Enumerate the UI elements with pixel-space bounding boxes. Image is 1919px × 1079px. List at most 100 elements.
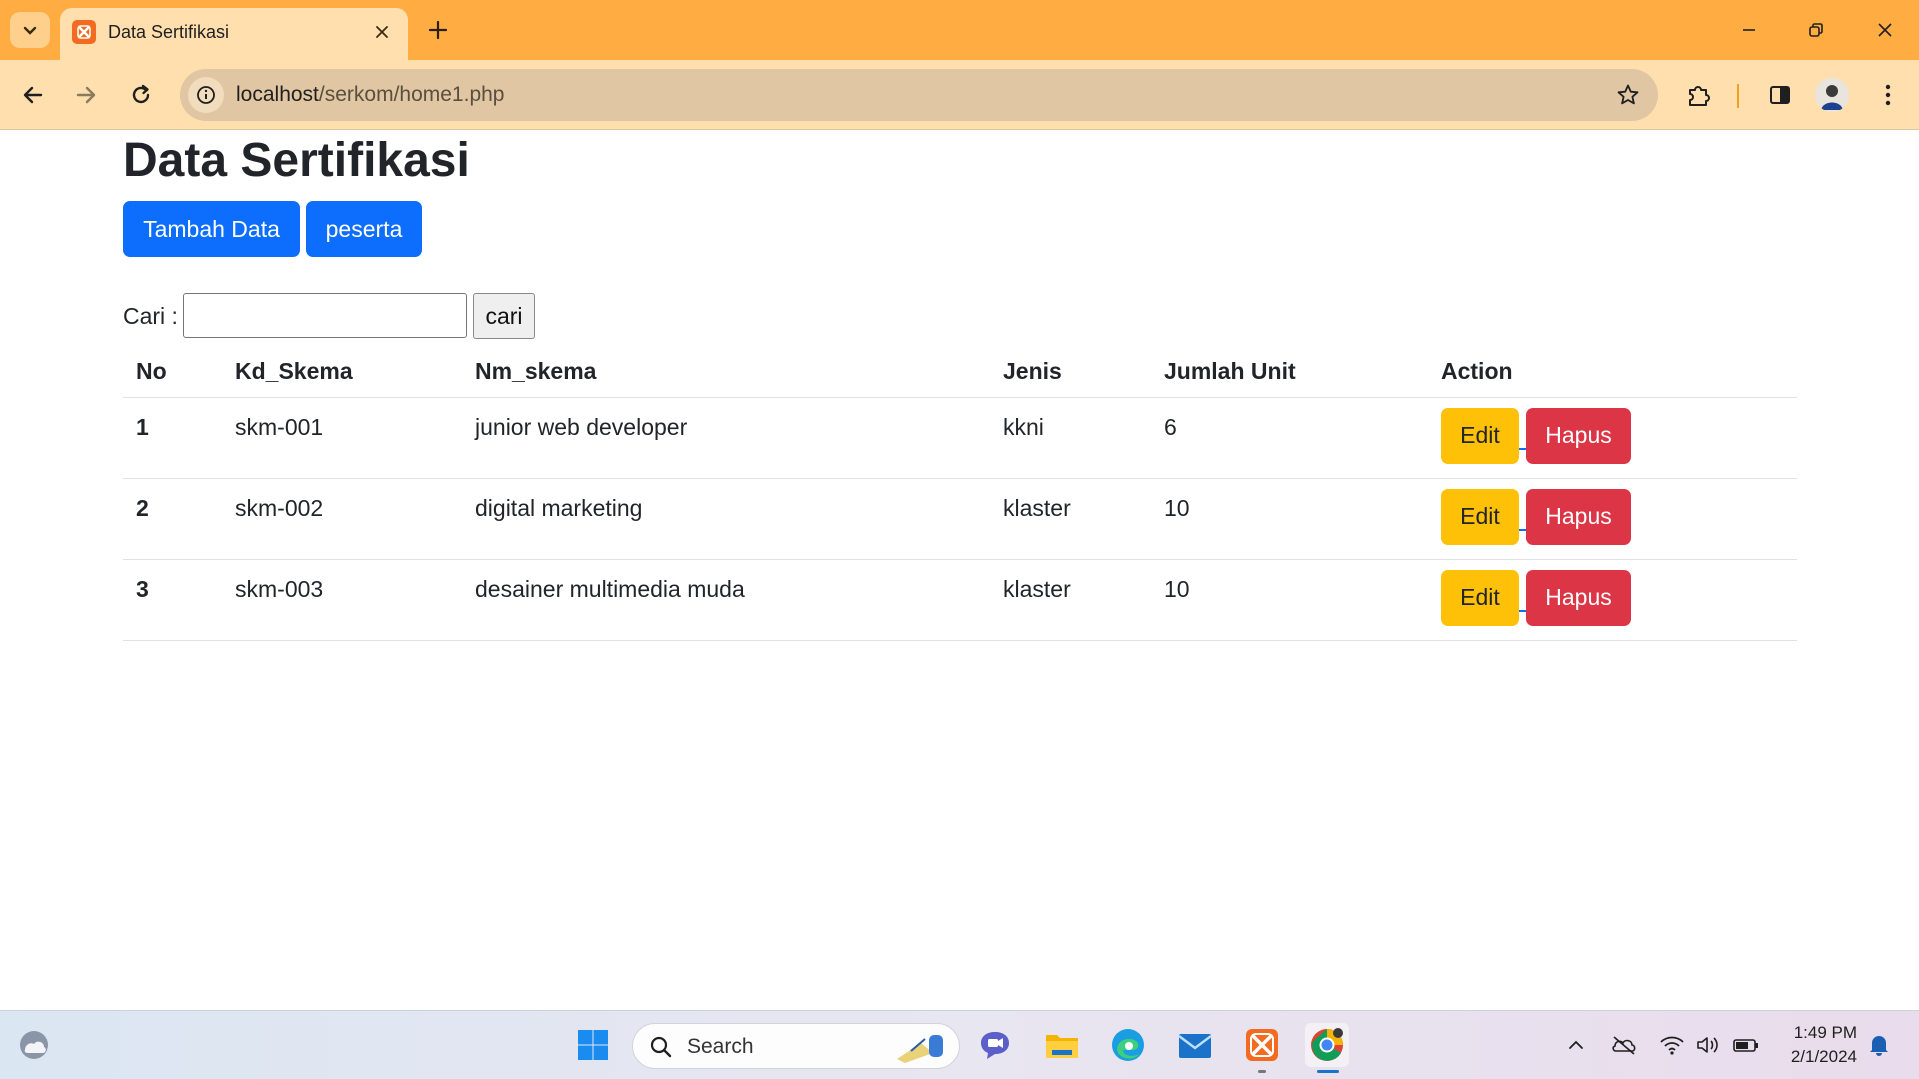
cell-nm-skema: desainer multimedia muda [462,559,990,641]
tab-search-button[interactable] [10,12,50,48]
cell-jumlah-unit: 10 [1151,559,1428,641]
browser-tab-strip: Data Sertifikasi [0,0,1919,60]
column-header-action: Action [1428,347,1797,398]
close-icon [1878,23,1892,37]
table-header-row: No Kd_Skema Nm_skema Jenis Jumlah Unit A… [123,347,1797,398]
windows-taskbar: Search 1:49 PM 2/1/2024 [0,1010,1919,1079]
taskbar-search-placeholder: Search [687,1035,754,1058]
xampp-icon [1246,1029,1278,1061]
edit-button[interactable]: Edit [1441,407,1519,464]
taskbar-edge-browser[interactable] [1106,1023,1150,1067]
mail-icon [1178,1034,1212,1058]
puzzle-icon [1689,86,1710,106]
peserta-button[interactable]: peserta [306,201,422,257]
hapus-button[interactable]: Hapus [1526,569,1631,626]
taskbar-meet-app[interactable] [973,1023,1017,1067]
onedrive-status-button[interactable] [1610,1031,1638,1059]
forward-button[interactable] [66,75,106,115]
folder-icon [1046,1035,1078,1058]
table-row: 2 skm-002 digital marketing klaster 10 E… [123,478,1797,560]
column-header-kd-skema: Kd_Skema [222,347,462,398]
hapus-button[interactable]: Hapus [1526,488,1631,545]
column-header-jenis: Jenis [990,347,1151,398]
edit-button[interactable]: Edit [1441,569,1519,626]
extensions-button[interactable] [1679,75,1719,115]
battery-status-button[interactable] [1732,1031,1760,1059]
page-title: Data Sertifikasi [123,134,470,187]
browser-toolbar: localhost/serkom/home1.php [0,60,1919,130]
video-chat-icon [981,1032,1009,1059]
minimize-button[interactable] [1724,10,1774,50]
cell-nm-skema: junior web developer [462,397,990,479]
cell-jenis: kkni [990,397,1151,479]
start-button[interactable] [571,1023,615,1067]
show-hidden-icons-button[interactable] [1562,1031,1590,1059]
taskbar-chrome-browser[interactable] [1305,1023,1349,1073]
page-viewport: Data Sertifikasi Tambah Data peserta Car… [0,131,1919,1010]
bookmark-button[interactable] [1612,79,1644,111]
taskbar-xampp-app[interactable] [1240,1023,1284,1073]
taskbar-mail-app[interactable] [1173,1023,1217,1067]
sertifikasi-table: No Kd_Skema Nm_skema Jenis Jumlah Unit A… [123,347,1797,641]
site-info-button[interactable] [188,77,224,113]
taskbar-clock[interactable]: 1:49 PM 2/1/2024 [1791,1021,1857,1069]
edge-browser-icon [1112,1029,1144,1061]
side-panel-button[interactable] [1760,75,1800,115]
cloud-offline-icon [1612,1036,1636,1055]
tab-title: Data Sertifikasi [108,22,230,42]
table-row: 3 skm-003 desainer multimedia muda klast… [123,559,1797,641]
toolbar-divider [1737,84,1739,108]
xampp-favicon-icon [72,20,96,44]
app-active-indicator [1317,1070,1339,1073]
chevron-down-icon [23,26,37,35]
search-input[interactable] [183,293,467,338]
address-bar[interactable]: localhost/serkom/home1.php [180,69,1658,121]
taskbar-file-explorer[interactable] [1040,1023,1084,1067]
cell-action: Edit Hapus [1428,559,1797,641]
info-icon [197,86,215,104]
row-actions: Edit Hapus [1441,407,1784,470]
hapus-button[interactable]: Hapus [1526,407,1631,464]
notifications-button[interactable] [1865,1031,1893,1059]
cell-action: Edit Hapus [1428,397,1797,479]
back-button[interactable] [13,75,53,115]
bell-icon [1870,1036,1888,1056]
profile-avatar[interactable] [1815,78,1849,112]
chevron-up-icon [1569,1040,1583,1049]
cell-jumlah-unit: 6 [1151,397,1428,479]
search-icon [650,1036,672,1058]
reload-button[interactable] [121,75,161,115]
column-header-no: No [123,347,222,398]
wifi-status-button[interactable] [1658,1031,1686,1059]
search-label: Cari : [123,303,178,329]
new-tab-button[interactable] [420,12,456,48]
tambah-data-button[interactable]: Tambah Data [123,201,300,257]
chrome-browser-icon [1311,1028,1343,1061]
clock-time: 1:49 PM [1793,1023,1857,1042]
taskbar-search-box[interactable]: Search [632,1023,960,1069]
browser-tab-active[interactable]: Data Sertifikasi [60,8,408,60]
tab-close-button[interactable] [368,18,396,46]
edit-button[interactable]: Edit [1441,488,1519,545]
link-separator [1519,447,1526,450]
restore-button[interactable] [1791,10,1841,50]
chrome-menu-button[interactable] [1868,75,1908,115]
weather-widget-button[interactable] [12,1023,56,1067]
close-window-button[interactable] [1860,10,1910,50]
weather-icon [20,1031,48,1059]
search-button[interactable]: cari [473,293,535,339]
clock-date: 2/1/2024 [1790,1047,1857,1066]
url-text[interactable]: localhost/serkom/home1.php [236,83,505,107]
cell-no: 2 [123,478,222,560]
speaker-icon [1697,1037,1718,1053]
profile-icon [1821,85,1843,110]
arrow-right-icon [76,86,96,104]
cell-jumlah-unit: 10 [1151,478,1428,560]
star-icon [1617,84,1639,105]
table-row: 1 skm-001 junior web developer kkni 6 Ed… [123,397,1797,479]
cell-nm-skema: digital marketing [462,478,990,560]
cell-jenis: klaster [990,478,1151,560]
wifi-icon [1660,1036,1684,1055]
close-icon [376,26,388,38]
volume-status-button[interactable] [1694,1031,1722,1059]
